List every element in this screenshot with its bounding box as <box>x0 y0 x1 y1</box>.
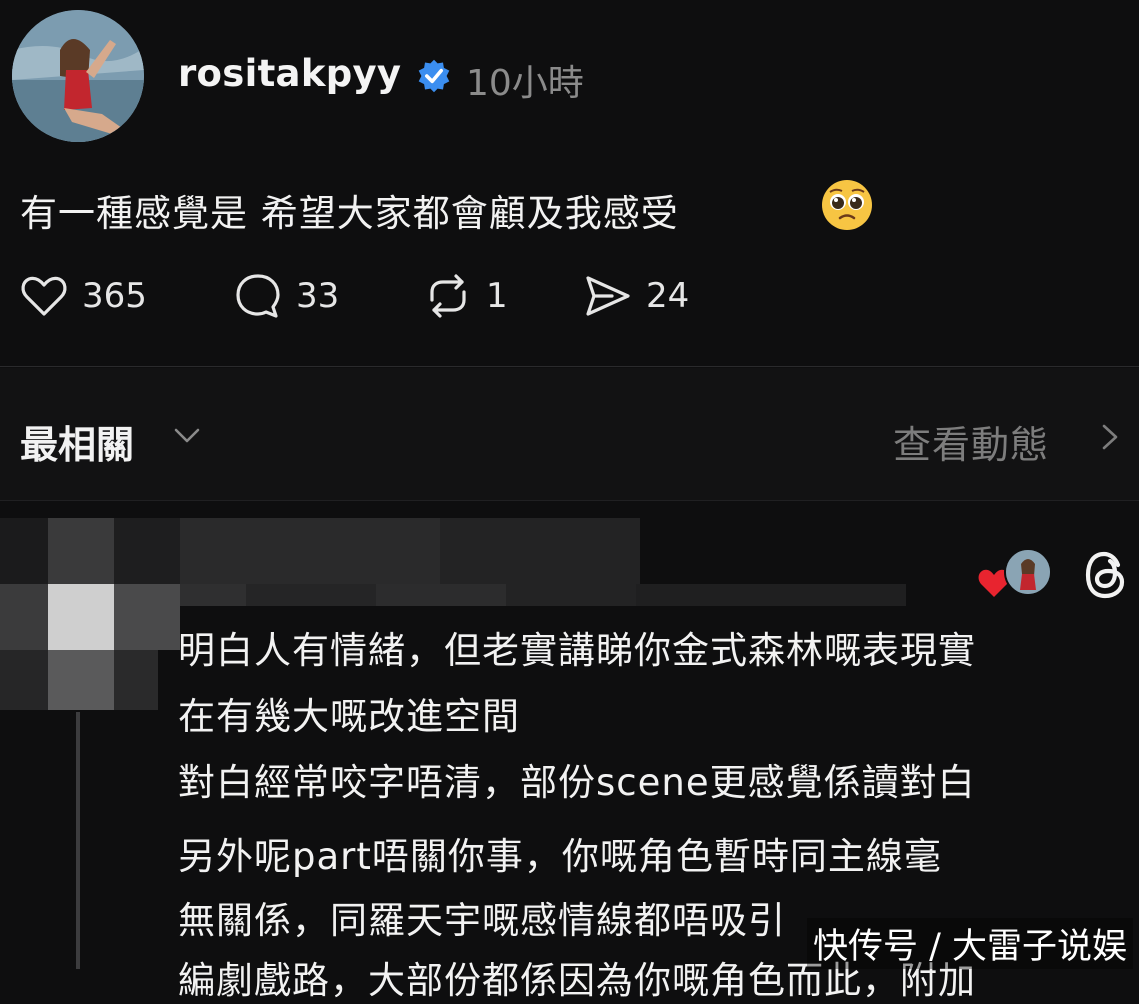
watermark: 快传号 / 大雷子说娱 <box>806 918 1133 969</box>
comment-text-line: 對白經常咬字唔清，部份scene更感覺係讀對白 <box>178 761 976 804</box>
threads-logo-icon[interactable] <box>1080 547 1132 603</box>
repost-icon <box>430 274 466 318</box>
verified-badge-icon <box>418 59 450 93</box>
comment-text-line: 明白人有情緒，但老實講睇你金式森林嘅表現實 <box>178 629 976 672</box>
like-count: 365 <box>82 276 147 316</box>
author-mini-avatar <box>1004 548 1052 596</box>
divider <box>0 366 1139 367</box>
post-time: 10小時 <box>466 63 584 104</box>
sort-dropdown-label[interactable]: 最相關 <box>20 414 134 469</box>
pleading-face-icon <box>822 180 872 230</box>
profile-avatar[interactable] <box>12 10 144 142</box>
repost-count: 1 <box>486 276 508 316</box>
heart-icon <box>21 276 67 316</box>
share-count: 24 <box>646 276 690 316</box>
comment-icon <box>236 274 280 318</box>
post-text: 有一種感覺是 希望大家都會顧及我感受 <box>20 192 679 235</box>
repost-button[interactable]: 1 <box>422 270 508 322</box>
chevron-down-icon[interactable] <box>170 420 204 450</box>
like-button[interactable]: 365 <box>18 270 147 322</box>
thread-line <box>76 712 80 969</box>
comment-count: 33 <box>296 276 340 316</box>
send-icon <box>586 276 630 316</box>
view-activity-link[interactable]: 查看動態 <box>893 414 1049 469</box>
share-button[interactable]: 24 <box>582 270 689 322</box>
chevron-right-icon[interactable] <box>1098 420 1122 454</box>
divider <box>0 500 1139 501</box>
comment-text-line: 在有幾大嘅改進空間 <box>178 695 520 738</box>
username[interactable]: rositakpyy <box>178 52 401 95</box>
comment-button[interactable]: 33 <box>232 270 339 322</box>
comment-text-line: 另外呢part唔關你事，你嘅角色暫時同主線毫 <box>178 835 942 878</box>
comment-text-line: 無關係，同羅天宇嘅感情線都唔吸引 <box>178 899 786 942</box>
